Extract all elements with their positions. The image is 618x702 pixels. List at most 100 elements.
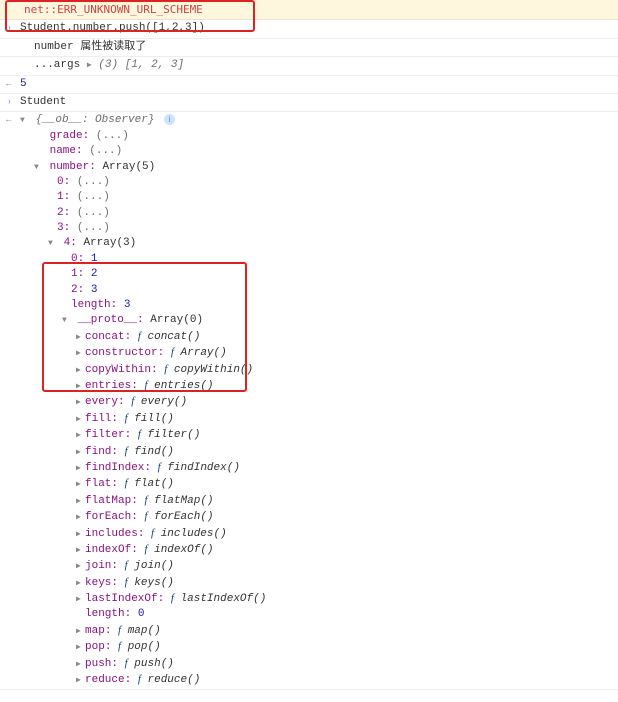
- toggle-icon[interactable]: [76, 496, 85, 507]
- proto-method[interactable]: lastIndexOf: f lastIndexOf(): [76, 591, 614, 607]
- method-sig: flat(): [134, 478, 174, 490]
- prop-val: (...): [89, 145, 122, 157]
- function-f-icon: f: [125, 412, 128, 424]
- method-name: keys: [85, 577, 111, 589]
- function-f-icon: f: [138, 673, 141, 685]
- idx-3[interactable]: 3: (...): [48, 221, 614, 236]
- proto-method[interactable]: push: f push(): [76, 656, 614, 672]
- toggle-icon[interactable]: [76, 529, 85, 540]
- proto-method[interactable]: forEach: f forEach(): [76, 509, 614, 525]
- k: length: [85, 608, 125, 620]
- console-return-line[interactable]: ← 5: [0, 76, 618, 94]
- method-sig: findIndex(): [167, 462, 240, 474]
- observer-node[interactable]: {__ob__: Observer} i: [20, 113, 614, 128]
- method-sig: every(): [141, 396, 187, 408]
- toggle-icon[interactable]: [48, 238, 57, 249]
- toggle-icon[interactable]: [76, 642, 85, 653]
- proto-method[interactable]: reduce: f reduce(): [76, 672, 614, 688]
- console-log-line-2[interactable]: ...args ▶ (3) [1, 2, 3]: [0, 57, 618, 75]
- idx-4[interactable]: 4: Array(3): [48, 236, 614, 251]
- toggle-icon[interactable]: [76, 626, 85, 637]
- expand-arrow-icon[interactable]: ▶: [87, 61, 92, 70]
- proto-length[interactable]: length: 0: [76, 607, 614, 622]
- proto-method[interactable]: includes: f includes(): [76, 526, 614, 542]
- function-f-icon: f: [144, 543, 147, 555]
- method-sig: forEach(): [154, 511, 213, 523]
- proto-method[interactable]: flat: f flat(): [76, 476, 614, 492]
- toggle-icon[interactable]: [76, 578, 85, 589]
- prop-type: Array(5): [102, 161, 155, 173]
- toggle-icon[interactable]: [76, 414, 85, 425]
- idx-0[interactable]: 0: (...): [48, 175, 614, 190]
- toggle-icon[interactable]: [76, 675, 85, 686]
- proto-method[interactable]: flatMap: f flatMap(): [76, 493, 614, 509]
- log1-label: number: [34, 41, 74, 53]
- idx-2[interactable]: 2: (...): [48, 206, 614, 221]
- proto-method[interactable]: indexOf: f indexOf(): [76, 542, 614, 558]
- toggle-icon[interactable]: [76, 430, 85, 441]
- output-arrow-icon: ←: [6, 78, 16, 91]
- toggle-icon[interactable]: [76, 561, 85, 572]
- prop-grade[interactable]: grade: (...): [34, 129, 614, 144]
- idx-val: (...): [77, 176, 110, 188]
- proto-method[interactable]: keys: f keys(): [76, 575, 614, 591]
- function-f-icon: f: [138, 428, 141, 440]
- highlight-box-2: [42, 262, 247, 392]
- function-f-icon: f: [171, 592, 174, 604]
- function-f-icon: f: [118, 624, 121, 636]
- toggle-icon[interactable]: [76, 659, 85, 670]
- proto-method[interactable]: find: f find(): [76, 444, 614, 460]
- method-sig: lastIndexOf(): [181, 593, 267, 605]
- idx-val: (...): [77, 207, 110, 219]
- proto-method[interactable]: join: f join(): [76, 558, 614, 574]
- function-f-icon: f: [125, 657, 128, 669]
- method-name: find: [85, 446, 111, 458]
- proto-method[interactable]: fill: f fill(): [76, 411, 614, 427]
- method-name: forEach: [85, 511, 131, 523]
- log1-text: 属性被读取了: [80, 41, 146, 53]
- idx-key: 3: [57, 222, 64, 234]
- toggle-icon[interactable]: [76, 397, 85, 408]
- prop-number[interactable]: number: Array(5): [34, 160, 614, 175]
- proto-method[interactable]: map: f map(): [76, 623, 614, 639]
- toggle-icon[interactable]: [76, 594, 85, 605]
- console-log-line-1[interactable]: number 属性被读取了: [0, 39, 618, 57]
- method-sig: indexOf(): [154, 544, 213, 556]
- method-name: reduce: [85, 674, 125, 686]
- observer-label: {__ob__: Observer}: [36, 114, 155, 126]
- proto-method[interactable]: pop: f pop(): [76, 639, 614, 655]
- idx-key: 0: [57, 176, 64, 188]
- proto-method[interactable]: filter: f filter(): [76, 427, 614, 443]
- method-sig: join(): [134, 560, 174, 572]
- method-name: lastIndexOf: [85, 593, 158, 605]
- toggle-icon[interactable]: [76, 545, 85, 556]
- function-f-icon: f: [151, 527, 154, 539]
- toggle-icon[interactable]: [76, 512, 85, 523]
- toggle-icon[interactable]: [34, 162, 43, 173]
- method-name: includes: [85, 528, 138, 540]
- input-code-2: Student: [20, 95, 614, 110]
- proto-method[interactable]: findIndex: f findIndex(): [76, 460, 614, 476]
- method-sig: fill(): [134, 413, 174, 425]
- info-icon[interactable]: i: [164, 114, 175, 125]
- toggle-icon[interactable]: [20, 115, 29, 126]
- method-sig: reduce(): [148, 674, 201, 686]
- method-name: pop: [85, 641, 105, 653]
- toggle-icon[interactable]: [76, 463, 85, 474]
- v: 0: [138, 608, 145, 620]
- function-f-icon: f: [118, 640, 121, 652]
- console-input-line-2[interactable]: › Student: [0, 94, 618, 112]
- method-name: indexOf: [85, 544, 131, 556]
- method-sig: flatMap(): [154, 495, 213, 507]
- method-sig: keys(): [134, 577, 174, 589]
- method-sig: pop(): [128, 641, 161, 653]
- console-return-object[interactable]: ← {__ob__: Observer} i grade: (...) name…: [0, 112, 618, 690]
- function-f-icon: f: [125, 477, 128, 489]
- toggle-icon[interactable]: [76, 447, 85, 458]
- idx-1[interactable]: 1: (...): [48, 190, 614, 205]
- prop-name[interactable]: name: (...): [34, 144, 614, 159]
- proto-method[interactable]: every: f every(): [76, 394, 614, 410]
- highlight-box-1: [5, 0, 255, 32]
- object-tree-root: {__ob__: Observer} i grade: (...) name: …: [20, 113, 614, 688]
- toggle-icon[interactable]: [76, 479, 85, 490]
